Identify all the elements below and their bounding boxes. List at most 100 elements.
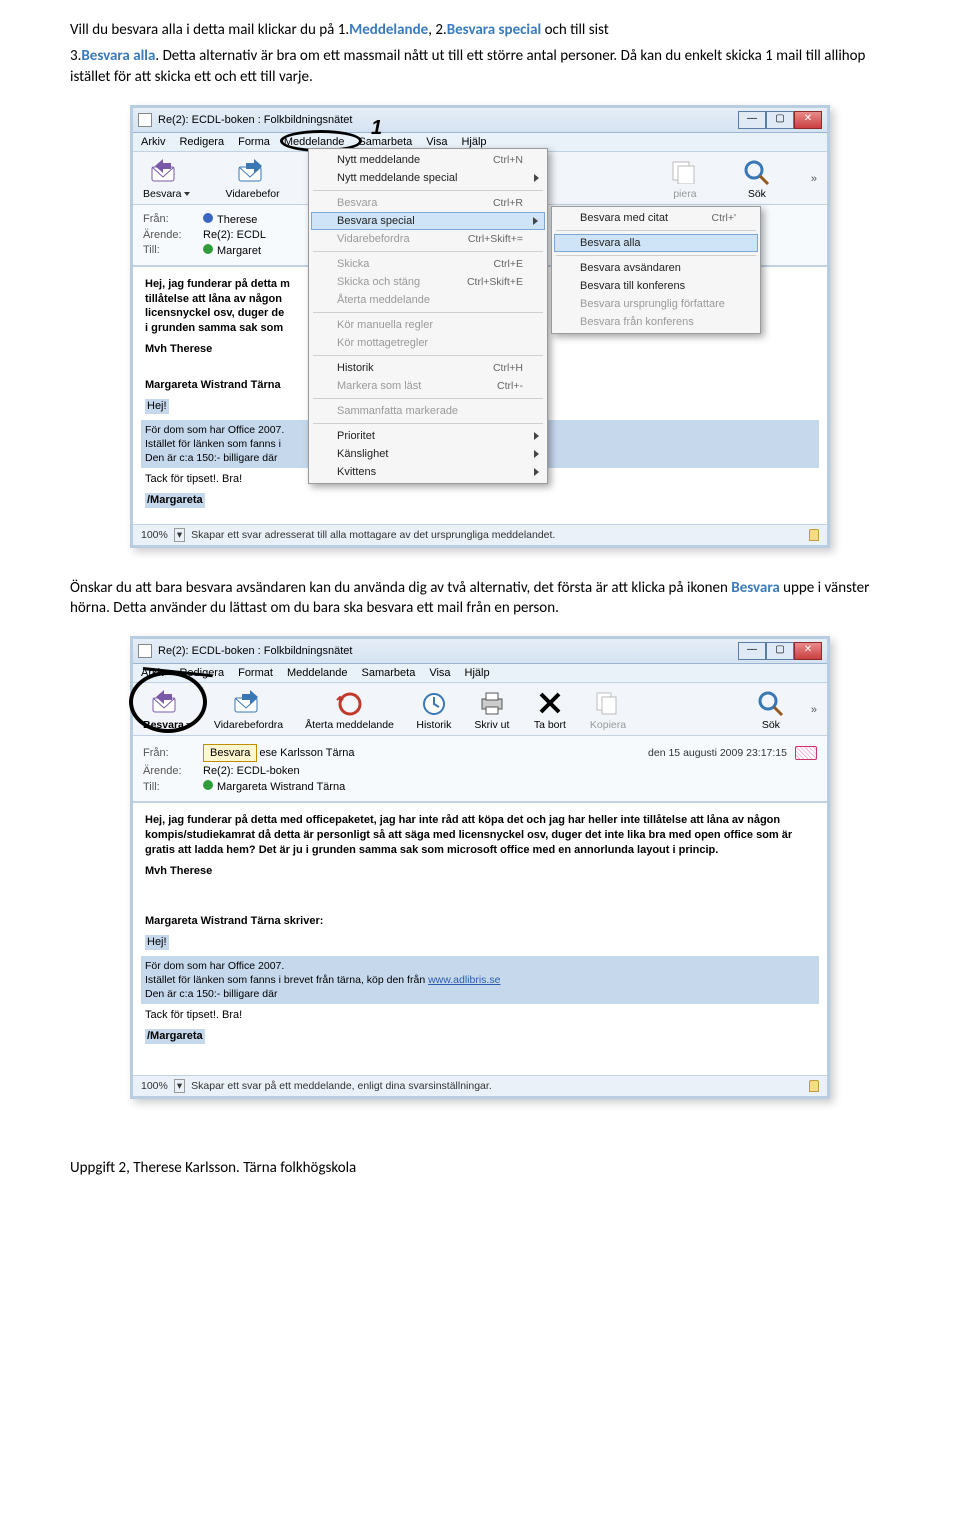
sok-label: Sök	[762, 719, 780, 731]
kopiera-icon	[590, 689, 626, 717]
historik-button[interactable]: Historik	[416, 689, 452, 731]
skrivut-button[interactable]: Skriv ut	[474, 689, 510, 731]
adlibris-link[interactable]: www.adlibris.se	[428, 974, 500, 986]
menu-item-besvara-special[interactable]: Besvara special	[311, 212, 545, 230]
menubar: Arkiv Redigera Format Meddelande Samarbe…	[133, 664, 827, 683]
menu-item[interactable]: Nytt meddelande special	[311, 169, 545, 187]
kopiera-label: Kopiera	[590, 719, 626, 731]
menu-meddelande[interactable]: Meddelande	[287, 667, 348, 679]
kw-besvara-alla: Besvara alla	[81, 47, 155, 65]
sok-button[interactable]: Sök	[753, 689, 789, 731]
minimize-button[interactable]: —	[738, 642, 766, 660]
person-icon	[203, 244, 213, 254]
menu-meddelande[interactable]: Meddelande	[284, 136, 345, 148]
subject-label: Ärende:	[143, 229, 203, 241]
maximize-button[interactable]: ▢	[766, 642, 794, 660]
menu-item[interactable]: Nytt meddelandeCtrl+N	[311, 151, 545, 169]
zoom-dropdown-icon[interactable]: ▾	[174, 1079, 185, 1093]
zoom-dropdown-icon[interactable]: ▾	[174, 528, 185, 542]
aterta-button[interactable]: Återta meddelande	[305, 689, 394, 731]
caret-icon	[184, 192, 190, 196]
close-button[interactable]: ✕	[794, 111, 822, 129]
close-button[interactable]: ✕	[794, 642, 822, 660]
minimize-button[interactable]: —	[738, 111, 766, 129]
menu-item[interactable]: Återta meddelande	[311, 291, 545, 309]
menu-item[interactable]: HistorikCtrl+H	[311, 359, 545, 377]
body-text: Margareta Wistrand Tärna skriver:	[145, 914, 815, 929]
menu-visa[interactable]: Visa	[426, 136, 447, 148]
menu-separator	[313, 423, 543, 424]
kopiera-button[interactable]: piera	[667, 158, 703, 200]
menu-item[interactable]: Skicka och stängCtrl+Skift+E	[311, 273, 545, 291]
caret-icon	[186, 723, 192, 727]
submenu-arrow-icon	[534, 468, 539, 476]
menu-item[interactable]: Kvittens	[311, 463, 545, 481]
page-footer: Uppgift 2, Therese Karlsson. Tärna folkh…	[70, 1159, 890, 1177]
from-label: Från:	[143, 213, 203, 225]
maximize-button[interactable]: ▢	[766, 111, 794, 129]
besvara-button[interactable]: Besvara	[143, 158, 190, 200]
tabort-icon	[532, 689, 568, 717]
screenshot-2: Re(2): ECDL-boken : Folkbildningsnätet —…	[130, 636, 830, 1099]
kopiera-icon	[667, 158, 703, 186]
app-icon	[138, 644, 152, 658]
aterta-icon	[332, 689, 368, 717]
menu-item-besvara-alla[interactable]: Besvara alla	[554, 234, 758, 252]
subject-label: Ärende:	[143, 765, 203, 777]
menu-samarbeta[interactable]: Samarbeta	[358, 136, 412, 148]
menu-item[interactable]: Kör mottagetregler	[311, 334, 545, 352]
to-label: Till:	[143, 244, 203, 256]
menu-item[interactable]: Kör manuella regler	[311, 316, 545, 334]
historik-label: Historik	[416, 719, 451, 731]
sok-icon	[739, 158, 775, 186]
menu-item[interactable]: SkickaCtrl+E	[311, 255, 545, 273]
lock-icon	[809, 1080, 819, 1092]
vidarebefordra-icon	[231, 689, 267, 717]
vidarebefordra-button[interactable]: Vidarebefordra	[214, 689, 283, 731]
vidarebefordra-button[interactable]: Vidarebefor	[226, 158, 280, 200]
skrivut-label: Skriv ut	[474, 719, 509, 731]
body-text: /Margareta	[145, 1029, 815, 1044]
menu-item[interactable]: Markera som lästCtrl+-	[311, 377, 545, 395]
intro-text: och till sist	[541, 21, 609, 39]
historik-icon	[416, 689, 452, 717]
annotation-number-1: 1	[371, 117, 382, 140]
mid-paragraph: Önskar du att bara besvara avsändaren ka…	[70, 578, 890, 619]
sok-button[interactable]: Sök	[739, 158, 775, 200]
menu-visa[interactable]: Visa	[429, 667, 450, 679]
menu-item[interactable]: Besvara till konferens	[554, 277, 758, 295]
zoom-value: 100%	[141, 1080, 168, 1092]
tabort-button[interactable]: Ta bort	[532, 689, 568, 731]
skrivut-icon	[474, 689, 510, 717]
menu-item[interactable]: Besvara med citatCtrl+'	[554, 209, 758, 227]
menu-samarbeta[interactable]: Samarbeta	[362, 667, 416, 679]
menu-item[interactable]: Besvara ursprunglig författare	[554, 295, 758, 313]
besvara-tooltip: Besvara	[203, 744, 257, 762]
besvara-button[interactable]: Besvara	[143, 689, 192, 731]
kw-besvara: Besvara	[731, 579, 779, 597]
quote-header: För dom som har Office 2007. Istället fö…	[141, 956, 819, 1005]
menu-hjalp[interactable]: Hjälp	[465, 667, 490, 679]
menu-item[interactable]: BesvaraCtrl+R	[311, 194, 545, 212]
datetime: den 15 augusti 2009 23:17:15	[648, 747, 787, 759]
menu-format[interactable]: Format	[238, 667, 273, 679]
menu-item[interactable]: Besvara från konferens	[554, 313, 758, 331]
menu-item[interactable]: Sammanfatta markerade	[311, 402, 545, 420]
person-icon	[203, 780, 213, 790]
menu-item[interactable]: Känslighet	[311, 445, 545, 463]
statusbar: 100% ▾ Skapar ett svar adresserat till a…	[133, 524, 827, 545]
intro-text: , 2.	[428, 21, 447, 39]
menu-redigera[interactable]: Redigera	[179, 136, 224, 148]
from-label: Från:	[143, 747, 203, 759]
menu-item[interactable]: Besvara avsändaren	[554, 259, 758, 277]
aterta-label: Återta meddelande	[305, 719, 394, 731]
menu-item[interactable]: Prioritet	[311, 427, 545, 445]
window-title: Re(2): ECDL-boken : Folkbildningsnätet	[158, 114, 352, 126]
body-text: Hej, jag funderar på detta med officepak…	[145, 813, 815, 858]
menu-item[interactable]: VidarebefordraCtrl+Skift+=	[311, 230, 545, 248]
menu-arkiv[interactable]: Arkiv	[141, 136, 165, 148]
menu-hjalp[interactable]: Hjälp	[461, 136, 486, 148]
menu-forma[interactable]: Forma	[238, 136, 270, 148]
vidarebefordra-label: Vidarebefor	[226, 188, 280, 200]
kopiera-button[interactable]: Kopiera	[590, 689, 626, 731]
